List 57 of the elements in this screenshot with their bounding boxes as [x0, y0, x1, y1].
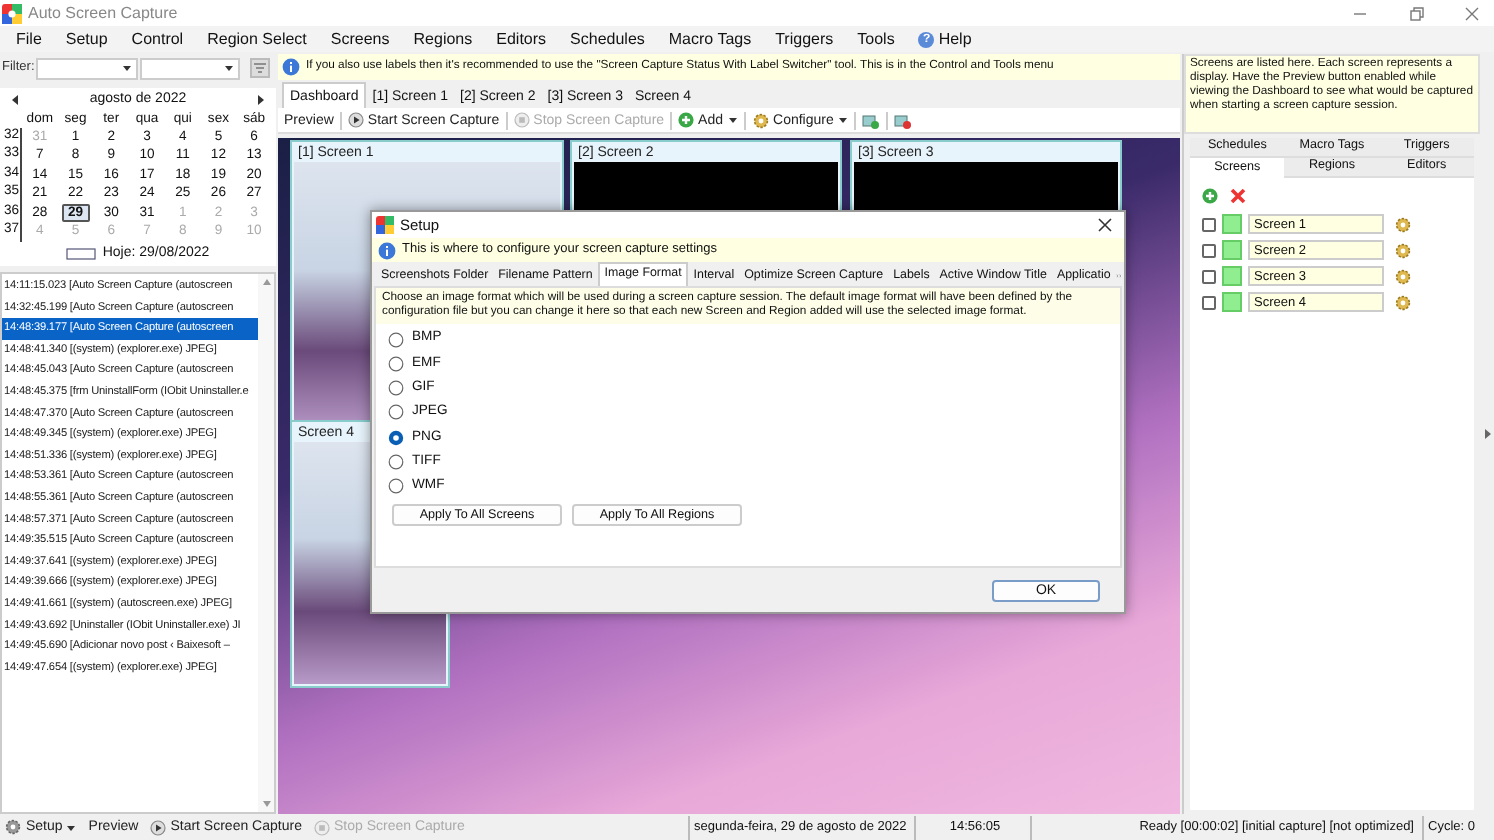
checkbox[interactable]	[1202, 243, 1216, 257]
play-icon	[150, 819, 167, 835]
menu-item[interactable]: Editors	[496, 31, 547, 47]
screen-settings-button[interactable]	[1394, 267, 1412, 285]
caret-icon	[837, 116, 848, 124]
stop-icon	[513, 112, 530, 128]
caret-icon	[727, 116, 738, 124]
list-icon	[254, 62, 267, 74]
previous-month-icon	[10, 94, 20, 106]
today-marker-icon	[66, 247, 97, 260]
screen-settings-button[interactable]	[1394, 215, 1412, 233]
caret-icon	[122, 64, 133, 72]
scrollbar[interactable]	[258, 274, 274, 812]
close-icon	[1098, 218, 1112, 232]
toolbar-icon-button[interactable]	[861, 111, 880, 129]
menu-item[interactable]: Region Select	[207, 31, 307, 47]
gear-icon	[4, 818, 22, 836]
screen-settings-button[interactable]	[1394, 241, 1412, 259]
color-swatch[interactable]	[1222, 266, 1242, 286]
add-button[interactable]	[1202, 187, 1220, 205]
close-icon	[1464, 5, 1480, 21]
checkbox[interactable]	[1202, 217, 1216, 231]
checkbox[interactable]	[1202, 269, 1216, 283]
caret-icon	[224, 64, 235, 72]
scroll-up-icon	[261, 278, 271, 286]
restore-icon	[1408, 5, 1424, 21]
close-icon	[1230, 188, 1246, 204]
caret-icon	[66, 823, 77, 831]
menu-item[interactable]: Setup	[65, 31, 108, 47]
menu-item[interactable]: Tools	[857, 31, 895, 47]
color-swatch[interactable]	[1222, 240, 1242, 260]
info-icon	[282, 58, 300, 76]
expand-icon	[1484, 428, 1492, 440]
remove-button[interactable]	[1230, 187, 1248, 205]
menu-item[interactable]: Schedules	[570, 31, 645, 47]
filter-button[interactable]	[250, 58, 271, 78]
scroll-down-icon	[261, 800, 271, 808]
stop-icon	[313, 819, 330, 835]
menu-item[interactable]: Triggers	[775, 31, 834, 47]
window-remove-icon	[893, 111, 912, 129]
menu-item[interactable]: Regions	[413, 31, 473, 47]
menu-item[interactable]: Control	[131, 31, 184, 47]
menu-item[interactable]: Macro Tags	[668, 31, 752, 47]
tab-scroll-icon	[1115, 268, 1122, 284]
app-logo-icon	[376, 216, 394, 234]
toolbar-icon-button[interactable]	[893, 111, 912, 129]
checkbox[interactable]	[1202, 295, 1216, 309]
plus-icon	[1202, 188, 1218, 204]
info-icon	[378, 241, 396, 259]
menu-item[interactable]: Screens	[330, 31, 390, 47]
next-month-icon	[255, 94, 266, 106]
screen-settings-button[interactable]	[1394, 293, 1412, 311]
color-swatch[interactable]	[1222, 292, 1242, 312]
window-add-icon	[861, 111, 880, 129]
window-title: Auto Screen Capture	[28, 1, 178, 25]
color-swatch[interactable]	[1222, 214, 1242, 234]
menu-item[interactable]: File	[16, 31, 42, 47]
